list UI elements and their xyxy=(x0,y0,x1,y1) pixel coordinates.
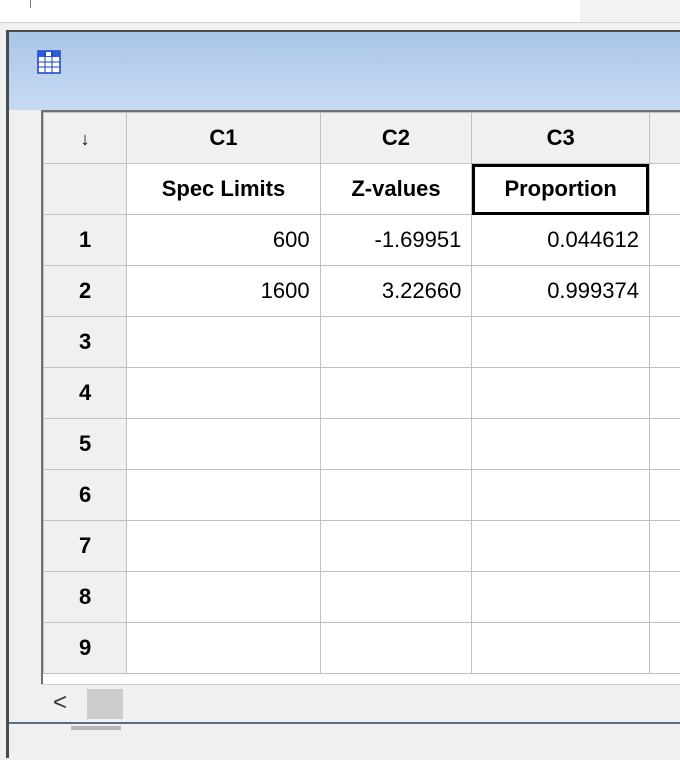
cell[interactable] xyxy=(472,572,650,623)
horizontal-scrollbar[interactable]: < xyxy=(41,684,680,722)
row-number[interactable]: 8 xyxy=(44,572,127,623)
chevron-left-icon: < xyxy=(53,689,67,716)
column-header-c4[interactable] xyxy=(649,113,680,164)
worksheet-window: ↓ C1 C2 C3 Spec Limits Z-values Proporti… xyxy=(6,30,680,758)
cell[interactable] xyxy=(127,521,320,572)
table-row: 8 xyxy=(44,572,680,623)
data-table: ↓ C1 C2 C3 Spec Limits Z-values Proporti… xyxy=(43,112,680,674)
scrollbar-thumb[interactable] xyxy=(87,689,123,719)
cell[interactable] xyxy=(649,521,680,572)
cell[interactable]: 0.044612 xyxy=(472,215,650,266)
worksheet-titlebar[interactable] xyxy=(9,32,680,110)
cell[interactable] xyxy=(320,470,472,521)
column-header-c1[interactable]: C1 xyxy=(127,113,320,164)
column-name-c4[interactable] xyxy=(649,164,680,215)
fill-handle[interactable] xyxy=(646,211,650,215)
column-name-c1[interactable]: Spec Limits xyxy=(127,164,320,215)
previous-window-area xyxy=(580,0,680,22)
name-row-header xyxy=(44,164,127,215)
cell[interactable] xyxy=(472,623,650,674)
cell[interactable] xyxy=(127,623,320,674)
table-row: 2 1600 3.22660 0.999374 xyxy=(44,266,680,317)
cell[interactable] xyxy=(472,317,650,368)
cell[interactable] xyxy=(127,368,320,419)
cell[interactable] xyxy=(320,317,472,368)
cell[interactable] xyxy=(320,572,472,623)
cell[interactable] xyxy=(649,215,680,266)
cell[interactable] xyxy=(127,572,320,623)
worksheet-grid: ↓ C1 C2 C3 Spec Limits Z-values Proporti… xyxy=(41,110,680,690)
cell[interactable]: 1600 xyxy=(127,266,320,317)
cell[interactable] xyxy=(472,470,650,521)
cell[interactable] xyxy=(472,368,650,419)
table-row: 7 xyxy=(44,521,680,572)
sort-indicator[interactable]: ↓ xyxy=(44,113,127,164)
down-arrow-icon: ↓ xyxy=(81,129,90,149)
table-row: 3 xyxy=(44,317,680,368)
table-row: 5 xyxy=(44,419,680,470)
divider xyxy=(9,722,680,724)
cell[interactable]: 600 xyxy=(127,215,320,266)
cell[interactable] xyxy=(127,470,320,521)
cell[interactable] xyxy=(320,368,472,419)
column-name-c3[interactable]: Proportion xyxy=(472,164,650,215)
cell[interactable] xyxy=(649,266,680,317)
previous-window-strip xyxy=(0,0,680,23)
table-row: 1 600 -1.69951 0.044612 xyxy=(44,215,680,266)
column-name-row: Spec Limits Z-values Proportion xyxy=(44,164,680,215)
cell[interactable]: 0.999374 xyxy=(472,266,650,317)
cell[interactable] xyxy=(649,368,680,419)
cell[interactable] xyxy=(320,521,472,572)
cell[interactable] xyxy=(649,572,680,623)
cell[interactable] xyxy=(472,521,650,572)
row-number[interactable]: 6 xyxy=(44,470,127,521)
row-number[interactable]: 2 xyxy=(44,266,127,317)
table-row: 4 xyxy=(44,368,680,419)
table-row: 9 xyxy=(44,623,680,674)
worksheet-grid-icon xyxy=(37,50,61,74)
cell[interactable] xyxy=(649,419,680,470)
row-number[interactable]: 5 xyxy=(44,419,127,470)
window-edge xyxy=(30,0,31,8)
cell[interactable] xyxy=(649,317,680,368)
table-row: 6 xyxy=(44,470,680,521)
column-header-c3[interactable]: C3 xyxy=(472,113,650,164)
cell[interactable] xyxy=(649,623,680,674)
column-name-c2[interactable]: Z-values xyxy=(320,164,472,215)
cell[interactable] xyxy=(320,419,472,470)
column-id-row: ↓ C1 C2 C3 xyxy=(44,113,680,164)
cell[interactable] xyxy=(127,419,320,470)
cell[interactable] xyxy=(127,317,320,368)
row-number[interactable]: 4 xyxy=(44,368,127,419)
cell[interactable] xyxy=(649,470,680,521)
row-number[interactable]: 1 xyxy=(44,215,127,266)
cell[interactable]: -1.69951 xyxy=(320,215,472,266)
row-number[interactable]: 9 xyxy=(44,623,127,674)
row-number[interactable]: 7 xyxy=(44,521,127,572)
sheet-tab-stub[interactable] xyxy=(71,726,121,730)
row-number[interactable]: 3 xyxy=(44,317,127,368)
cell[interactable] xyxy=(472,419,650,470)
cell[interactable] xyxy=(320,623,472,674)
cell[interactable]: 3.22660 xyxy=(320,266,472,317)
worksheet-bottom-frame xyxy=(9,722,680,760)
column-header-c2[interactable]: C2 xyxy=(320,113,472,164)
column-name-c3-text: Proportion xyxy=(504,176,616,201)
scroll-left-button[interactable]: < xyxy=(45,689,75,719)
